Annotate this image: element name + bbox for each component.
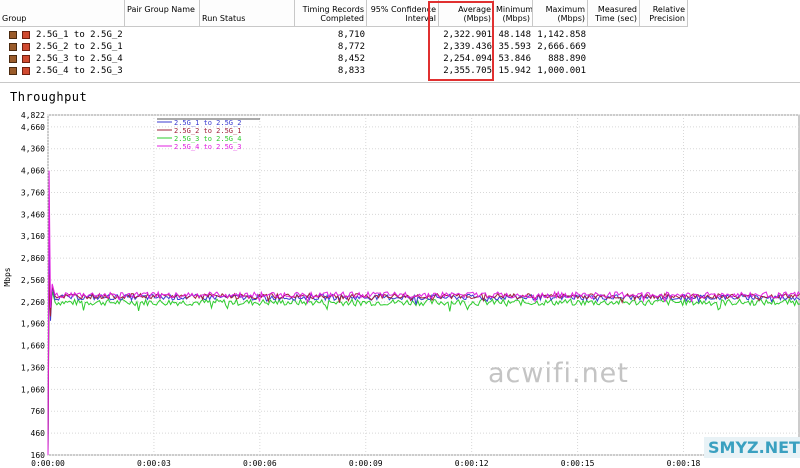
row-records: 8,833: [337, 66, 365, 76]
y-tick-label: 3,760: [21, 188, 45, 197]
y-tick-label: 2,260: [21, 298, 45, 307]
endpoint-icon: [22, 43, 30, 51]
pair-icon: [9, 67, 17, 75]
col-confidence-interval[interactable]: 95% Confidence Interval: [367, 0, 439, 27]
chart-grid: [47, 114, 800, 456]
y-tick-label: 1,060: [21, 385, 45, 394]
x-tick-label: 0:00:15: [561, 459, 595, 468]
row-minimum: 48.148: [498, 30, 531, 40]
legend-label: 2.5G_2 to 2.5G_1: [174, 127, 241, 135]
watermark-acwifi: acwifi.net: [488, 358, 629, 389]
col-average[interactable]: Average (Mbps): [439, 0, 494, 27]
table-row[interactable]: 2.5G_2 to 2.5G_1 8,772 2,339.436 35.593 …: [0, 41, 800, 53]
legend-label: 2.5G_3 to 2.5G_4: [174, 135, 241, 143]
x-axis-ticks: 0:00:00 0:00:03 0:00:06 0:00:09 0:00:12 0:00:…: [31, 459, 700, 468]
pair-icon: [9, 55, 17, 63]
row-minimum: 15.942: [498, 66, 531, 76]
table-row[interactable]: 2.5G_1 to 2.5G_2 8,710 2,322.901 48.148 …: [0, 29, 800, 41]
row-group: 2.5G_2 to 2.5G_1: [36, 42, 123, 52]
endpoint-icon: [22, 67, 30, 75]
endpoint-icon: [22, 31, 30, 39]
row-records: 8,452: [337, 54, 365, 64]
row-maximum: 2,666.669: [537, 42, 586, 52]
endpoint-icon: [22, 55, 30, 63]
row-average: 2,254.094: [443, 54, 492, 64]
throughput-chart[interactable]: 4,822 4,660 4,360 4,060 3,760 3,460 3,160 2,860…: [0, 105, 800, 468]
y-tick-label: 4,360: [21, 145, 45, 154]
results-table: Group Pair Group Name Run Status Timing …: [0, 0, 800, 83]
row-maximum: 888.890: [548, 54, 586, 64]
row-average: 2,322.901: [443, 30, 492, 40]
row-group: 2.5G_3 to 2.5G_4: [36, 54, 123, 64]
y-tick-label: 760: [31, 407, 46, 416]
x-tick-label: 0:00:12: [455, 459, 489, 468]
col-minimum[interactable]: Minimum (Mbps): [494, 0, 533, 27]
row-minimum: 53.846: [498, 54, 531, 64]
row-average: 2,355.705: [443, 66, 492, 76]
y-axis-ticks: 4,822 4,660 4,360 4,060 3,760 3,460 3,160 2,860…: [21, 111, 45, 460]
col-relative-precision[interactable]: Relative Precision: [640, 0, 688, 27]
y-tick-label: 4,060: [21, 167, 45, 176]
col-pair-group-name[interactable]: Pair Group Name: [125, 0, 200, 27]
table-row[interactable]: 2.5G_3 to 2.5G_4 8,452 2,254.094 53.846 …: [0, 53, 800, 65]
y-tick-label: 2,560: [21, 276, 45, 285]
y-tick-label: 4,822: [21, 111, 45, 120]
col-run-status[interactable]: Run Status: [200, 0, 295, 27]
legend-label: 2.5G_1 to 2.5G_2: [174, 119, 241, 127]
row-maximum: 1,000.001: [537, 66, 586, 76]
y-tick-label: 2,860: [21, 254, 45, 263]
y-axis-label: Mbps: [3, 267, 12, 286]
y-tick-label: 1,960: [21, 320, 45, 329]
x-tick-label: 0:00:03: [137, 459, 171, 468]
y-tick-label: 3,160: [21, 232, 45, 241]
pair-icon: [9, 31, 17, 39]
legend-label: 2.5G_4 to 2.5G_3: [174, 143, 241, 151]
chart-title: Throughput: [10, 90, 88, 104]
row-group: 2.5G_4 to 2.5G_3: [36, 66, 123, 76]
x-tick-label: 0:00:09: [349, 459, 383, 468]
row-average: 2,339.436: [443, 42, 492, 52]
pair-icon: [9, 43, 17, 51]
row-minimum: 35.593: [498, 42, 531, 52]
row-records: 8,772: [337, 42, 365, 52]
y-tick-label: 460: [31, 429, 46, 438]
table-row[interactable]: 2.5G_4 to 2.5G_3 8,833 2,355.705 15.942 …: [0, 65, 800, 77]
col-maximum[interactable]: Maximum (Mbps): [533, 0, 588, 27]
row-maximum: 1,142.858: [537, 30, 586, 40]
row-records: 8,710: [337, 30, 365, 40]
row-group: 2.5G_1 to 2.5G_2: [36, 30, 123, 40]
y-tick-label: 4,660: [21, 123, 45, 132]
col-measured-time[interactable]: Measured Time (sec): [588, 0, 640, 27]
col-timing-records[interactable]: Timing Records Completed: [295, 0, 367, 27]
x-tick-label: 0:00:00: [31, 459, 65, 468]
y-tick-label: 1,360: [21, 363, 45, 372]
y-tick-label: 3,460: [21, 210, 45, 219]
table-header: Group Pair Group Name Run Status Timing …: [0, 0, 800, 28]
plot-area: [47, 114, 800, 456]
y-tick-label: 1,660: [21, 342, 45, 351]
x-tick-label: 0:00:18: [667, 459, 701, 468]
x-tick-label: 0:00:06: [243, 459, 277, 468]
col-group[interactable]: Group: [0, 0, 125, 27]
watermark-smyz: SMYZ.NET: [704, 437, 800, 458]
